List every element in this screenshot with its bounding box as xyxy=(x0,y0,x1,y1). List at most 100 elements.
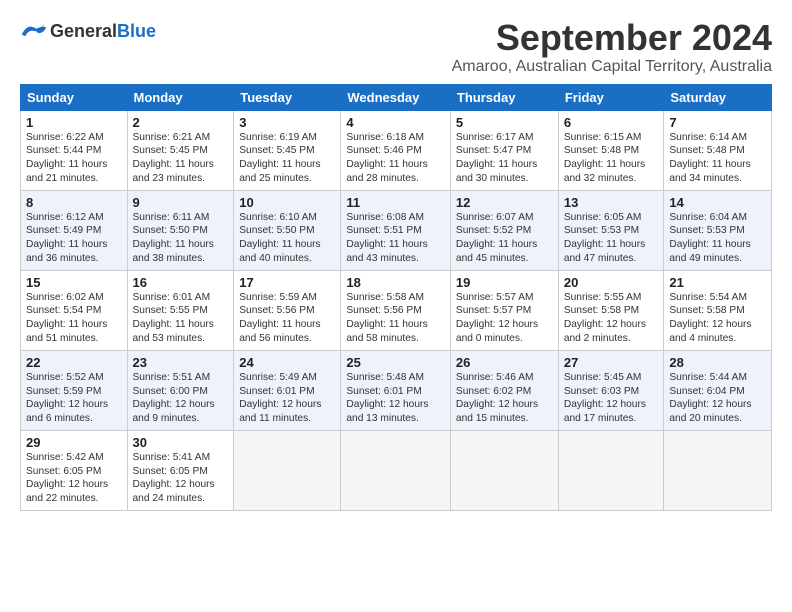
page: GeneralBlue September 2024 Amaroo, Austr… xyxy=(0,0,792,521)
calendar-cell: 5Sunrise: 6:17 AM Sunset: 5:47 PM Daylig… xyxy=(450,110,558,190)
day-info: Sunrise: 5:41 AM Sunset: 6:05 PM Dayligh… xyxy=(133,451,229,506)
day-info: Sunrise: 6:22 AM Sunset: 5:44 PM Dayligh… xyxy=(26,131,122,186)
calendar-week-3: 15Sunrise: 6:02 AM Sunset: 5:54 PM Dayli… xyxy=(21,270,772,350)
day-info: Sunrise: 6:19 AM Sunset: 5:45 PM Dayligh… xyxy=(239,131,335,186)
weekday-header-sunday: Sunday xyxy=(21,84,128,110)
day-info: Sunrise: 6:10 AM Sunset: 5:50 PM Dayligh… xyxy=(239,211,335,266)
day-number: 24 xyxy=(239,355,335,370)
weekday-header-thursday: Thursday xyxy=(450,84,558,110)
day-number: 11 xyxy=(346,195,445,210)
day-info: Sunrise: 6:11 AM Sunset: 5:50 PM Dayligh… xyxy=(133,211,229,266)
calendar-header-row: SundayMondayTuesdayWednesdayThursdayFrid… xyxy=(21,84,772,110)
day-number: 2 xyxy=(133,115,229,130)
day-number: 10 xyxy=(239,195,335,210)
weekday-header-wednesday: Wednesday xyxy=(341,84,451,110)
calendar-cell: 8Sunrise: 6:12 AM Sunset: 5:49 PM Daylig… xyxy=(21,190,128,270)
day-number: 28 xyxy=(669,355,766,370)
logo-text: GeneralBlue xyxy=(50,22,156,40)
logo-blue: Blue xyxy=(117,21,156,41)
day-info: Sunrise: 5:52 AM Sunset: 5:59 PM Dayligh… xyxy=(26,371,122,426)
calendar-cell xyxy=(450,430,558,510)
day-info: Sunrise: 5:44 AM Sunset: 6:04 PM Dayligh… xyxy=(669,371,766,426)
calendar: SundayMondayTuesdayWednesdayThursdayFrid… xyxy=(20,84,772,511)
day-info: Sunrise: 6:17 AM Sunset: 5:47 PM Dayligh… xyxy=(456,131,553,186)
day-number: 8 xyxy=(26,195,122,210)
day-number: 16 xyxy=(133,275,229,290)
calendar-cell: 12Sunrise: 6:07 AM Sunset: 5:52 PM Dayli… xyxy=(450,190,558,270)
weekday-header-saturday: Saturday xyxy=(664,84,772,110)
calendar-cell: 14Sunrise: 6:04 AM Sunset: 5:53 PM Dayli… xyxy=(664,190,772,270)
day-number: 1 xyxy=(26,115,122,130)
day-number: 12 xyxy=(456,195,553,210)
calendar-cell: 19Sunrise: 5:57 AM Sunset: 5:57 PM Dayli… xyxy=(450,270,558,350)
day-info: Sunrise: 6:05 AM Sunset: 5:53 PM Dayligh… xyxy=(564,211,659,266)
day-info: Sunrise: 5:49 AM Sunset: 6:01 PM Dayligh… xyxy=(239,371,335,426)
day-number: 7 xyxy=(669,115,766,130)
calendar-cell: 26Sunrise: 5:46 AM Sunset: 6:02 PM Dayli… xyxy=(450,350,558,430)
calendar-cell: 24Sunrise: 5:49 AM Sunset: 6:01 PM Dayli… xyxy=(234,350,341,430)
day-number: 27 xyxy=(564,355,659,370)
calendar-cell: 20Sunrise: 5:55 AM Sunset: 5:58 PM Dayli… xyxy=(558,270,664,350)
calendar-week-1: 1Sunrise: 6:22 AM Sunset: 5:44 PM Daylig… xyxy=(21,110,772,190)
calendar-week-5: 29Sunrise: 5:42 AM Sunset: 6:05 PM Dayli… xyxy=(21,430,772,510)
day-number: 22 xyxy=(26,355,122,370)
day-info: Sunrise: 5:51 AM Sunset: 6:00 PM Dayligh… xyxy=(133,371,229,426)
day-info: Sunrise: 5:48 AM Sunset: 6:01 PM Dayligh… xyxy=(346,371,445,426)
calendar-cell xyxy=(234,430,341,510)
calendar-cell: 6Sunrise: 6:15 AM Sunset: 5:48 PM Daylig… xyxy=(558,110,664,190)
day-info: Sunrise: 6:08 AM Sunset: 5:51 PM Dayligh… xyxy=(346,211,445,266)
day-info: Sunrise: 5:46 AM Sunset: 6:02 PM Dayligh… xyxy=(456,371,553,426)
calendar-cell xyxy=(341,430,451,510)
calendar-cell: 13Sunrise: 6:05 AM Sunset: 5:53 PM Dayli… xyxy=(558,190,664,270)
month-title: September 2024 xyxy=(156,18,772,58)
day-info: Sunrise: 5:58 AM Sunset: 5:56 PM Dayligh… xyxy=(346,291,445,346)
day-info: Sunrise: 6:02 AM Sunset: 5:54 PM Dayligh… xyxy=(26,291,122,346)
calendar-cell: 22Sunrise: 5:52 AM Sunset: 5:59 PM Dayli… xyxy=(21,350,128,430)
calendar-cell: 2Sunrise: 6:21 AM Sunset: 5:45 PM Daylig… xyxy=(127,110,234,190)
day-number: 30 xyxy=(133,435,229,450)
day-number: 21 xyxy=(669,275,766,290)
day-info: Sunrise: 5:45 AM Sunset: 6:03 PM Dayligh… xyxy=(564,371,659,426)
day-number: 19 xyxy=(456,275,553,290)
bird-icon xyxy=(20,22,48,40)
day-info: Sunrise: 6:18 AM Sunset: 5:46 PM Dayligh… xyxy=(346,131,445,186)
calendar-cell: 16Sunrise: 6:01 AM Sunset: 5:55 PM Dayli… xyxy=(127,270,234,350)
calendar-cell: 10Sunrise: 6:10 AM Sunset: 5:50 PM Dayli… xyxy=(234,190,341,270)
day-number: 20 xyxy=(564,275,659,290)
day-number: 3 xyxy=(239,115,335,130)
calendar-cell: 21Sunrise: 5:54 AM Sunset: 5:58 PM Dayli… xyxy=(664,270,772,350)
location-title: Amaroo, Australian Capital Territory, Au… xyxy=(156,58,772,76)
day-number: 29 xyxy=(26,435,122,450)
day-info: Sunrise: 6:15 AM Sunset: 5:48 PM Dayligh… xyxy=(564,131,659,186)
calendar-cell: 25Sunrise: 5:48 AM Sunset: 6:01 PM Dayli… xyxy=(341,350,451,430)
day-number: 25 xyxy=(346,355,445,370)
day-number: 17 xyxy=(239,275,335,290)
calendar-cell: 4Sunrise: 6:18 AM Sunset: 5:46 PM Daylig… xyxy=(341,110,451,190)
calendar-week-4: 22Sunrise: 5:52 AM Sunset: 5:59 PM Dayli… xyxy=(21,350,772,430)
day-number: 14 xyxy=(669,195,766,210)
header: GeneralBlue September 2024 Amaroo, Austr… xyxy=(20,18,772,76)
day-number: 15 xyxy=(26,275,122,290)
calendar-cell: 18Sunrise: 5:58 AM Sunset: 5:56 PM Dayli… xyxy=(341,270,451,350)
calendar-cell: 30Sunrise: 5:41 AM Sunset: 6:05 PM Dayli… xyxy=(127,430,234,510)
day-info: Sunrise: 5:54 AM Sunset: 5:58 PM Dayligh… xyxy=(669,291,766,346)
calendar-cell: 23Sunrise: 5:51 AM Sunset: 6:00 PM Dayli… xyxy=(127,350,234,430)
logo: GeneralBlue xyxy=(20,22,156,40)
day-number: 23 xyxy=(133,355,229,370)
day-number: 18 xyxy=(346,275,445,290)
calendar-cell: 29Sunrise: 5:42 AM Sunset: 6:05 PM Dayli… xyxy=(21,430,128,510)
day-number: 26 xyxy=(456,355,553,370)
calendar-cell xyxy=(558,430,664,510)
day-info: Sunrise: 6:04 AM Sunset: 5:53 PM Dayligh… xyxy=(669,211,766,266)
calendar-cell xyxy=(664,430,772,510)
day-info: Sunrise: 6:01 AM Sunset: 5:55 PM Dayligh… xyxy=(133,291,229,346)
calendar-cell: 11Sunrise: 6:08 AM Sunset: 5:51 PM Dayli… xyxy=(341,190,451,270)
day-info: Sunrise: 6:14 AM Sunset: 5:48 PM Dayligh… xyxy=(669,131,766,186)
weekday-header-monday: Monday xyxy=(127,84,234,110)
calendar-week-2: 8Sunrise: 6:12 AM Sunset: 5:49 PM Daylig… xyxy=(21,190,772,270)
calendar-cell: 17Sunrise: 5:59 AM Sunset: 5:56 PM Dayli… xyxy=(234,270,341,350)
title-area: September 2024 Amaroo, Australian Capita… xyxy=(156,18,772,76)
calendar-cell: 3Sunrise: 6:19 AM Sunset: 5:45 PM Daylig… xyxy=(234,110,341,190)
day-info: Sunrise: 6:12 AM Sunset: 5:49 PM Dayligh… xyxy=(26,211,122,266)
day-number: 6 xyxy=(564,115,659,130)
